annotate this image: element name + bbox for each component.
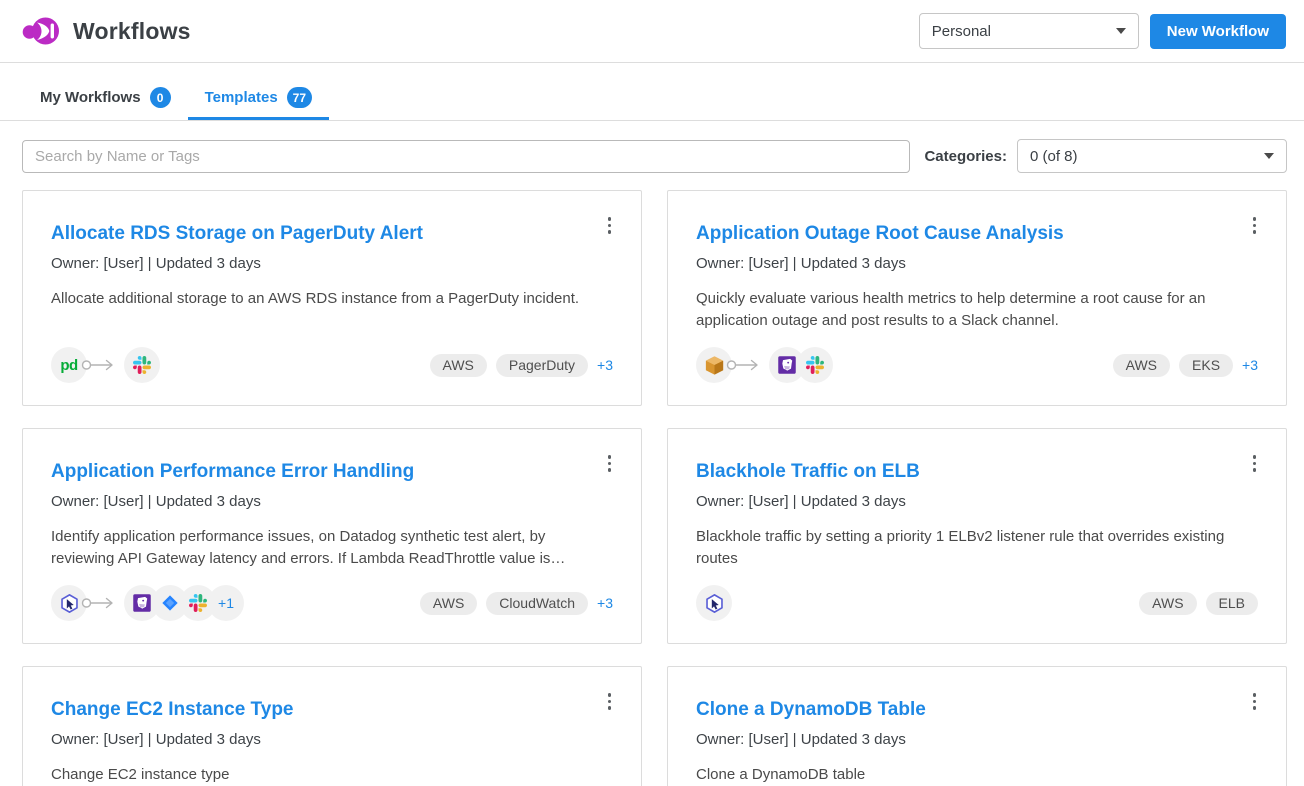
workflow-card: Blackhole Traffic on ELB Owner: [User] |… xyxy=(667,428,1287,644)
extra-integrations-badge: +1 xyxy=(208,585,244,621)
categories-label: Categories: xyxy=(924,148,1007,165)
workflow-meta: Owner: [User] | Updated 3 days xyxy=(51,255,613,272)
tag-pill[interactable]: AWS xyxy=(420,592,477,615)
card-menu-button[interactable] xyxy=(1251,213,1259,238)
categories-select-value: 0 (of 8) xyxy=(1030,148,1078,165)
workflow-description: Change EC2 instance type xyxy=(51,764,591,786)
tab-templates[interactable]: Templates 77 xyxy=(188,81,329,120)
workflow-card-grid: Allocate RDS Storage on PagerDuty Alert … xyxy=(22,190,1304,786)
tag-pill[interactable]: EKS xyxy=(1179,354,1233,377)
workflow-title-link[interactable]: Allocate RDS Storage on PagerDuty Alert xyxy=(51,221,423,247)
card-menu-button[interactable] xyxy=(606,451,614,476)
tabs-bar: My Workflows 0 Templates 77 xyxy=(0,81,1304,121)
tag-pill[interactable]: AWS xyxy=(1113,354,1170,377)
workflow-description: Blackhole traffic by setting a priority … xyxy=(696,526,1236,570)
tag-pill[interactable]: PagerDuty xyxy=(496,354,588,377)
workflow-integration-icons xyxy=(696,585,732,621)
manual-trigger-icon xyxy=(696,585,732,621)
workflow-title-link[interactable]: Application Outage Root Cause Analysis xyxy=(696,221,1064,247)
workflow-card: Application Outage Root Cause Analysis O… xyxy=(667,190,1287,406)
workflow-meta: Owner: [User] | Updated 3 days xyxy=(696,255,1258,272)
more-tags-link[interactable]: +3 xyxy=(597,595,613,611)
workflow-description: Identify application performance issues,… xyxy=(51,526,591,570)
slack-icon xyxy=(797,347,833,383)
workflow-description: Allocate additional storage to an AWS RD… xyxy=(51,288,591,310)
workflow-title-link[interactable]: Application Performance Error Handling xyxy=(51,459,414,485)
app-logo-icon xyxy=(22,14,62,48)
slack-icon xyxy=(124,347,160,383)
workflow-integration-icons xyxy=(696,347,833,383)
tag-pill[interactable]: AWS xyxy=(1139,592,1196,615)
workflow-meta: Owner: [User] | Updated 3 days xyxy=(51,493,613,510)
tag-pill[interactable]: AWS xyxy=(430,354,487,377)
more-tags-link[interactable]: +3 xyxy=(597,357,613,373)
new-workflow-button[interactable]: New Workflow xyxy=(1150,14,1286,49)
categories-select[interactable]: 0 (of 8) xyxy=(1017,139,1287,173)
tab-label: My Workflows xyxy=(40,89,141,106)
workflow-integration-icons: +1 xyxy=(51,585,244,621)
arrow-connector-icon xyxy=(726,358,764,372)
arrow-connector-icon xyxy=(81,596,119,610)
tag-pill[interactable]: ELB xyxy=(1206,592,1258,615)
workflow-integration-icons: pd xyxy=(51,347,160,383)
workflow-card: Clone a DynamoDB Table Owner: [User] | U… xyxy=(667,666,1287,786)
tab-count-badge: 77 xyxy=(287,87,312,108)
card-menu-button[interactable] xyxy=(606,213,614,238)
workflow-tags: AWS PagerDuty +3 xyxy=(430,354,614,377)
workflow-title-link[interactable]: Change EC2 Instance Type xyxy=(51,697,294,723)
workflow-meta: Owner: [User] | Updated 3 days xyxy=(51,731,613,748)
filter-bar: Categories: 0 (of 8) xyxy=(22,139,1287,173)
workflow-meta: Owner: [User] | Updated 3 days xyxy=(696,731,1258,748)
workflow-card: Application Performance Error Handling O… xyxy=(22,428,642,644)
card-menu-button[interactable] xyxy=(1251,689,1259,714)
workflow-title-link[interactable]: Clone a DynamoDB Table xyxy=(696,697,926,723)
tab-label: Templates xyxy=(205,89,278,106)
workflow-card: Change EC2 Instance Type Owner: [User] |… xyxy=(22,666,642,786)
card-menu-button[interactable] xyxy=(606,689,614,714)
page-header: Workflows Personal New Workflow xyxy=(0,0,1304,63)
chevron-down-icon xyxy=(1264,153,1274,159)
workflow-description: Clone a DynamoDB table xyxy=(696,764,1236,786)
workflow-meta: Owner: [User] | Updated 3 days xyxy=(696,493,1258,510)
workflow-tags: AWS ELB xyxy=(1139,592,1258,615)
workflow-description: Quickly evaluate various health metrics … xyxy=(696,288,1236,332)
workspace-select-value: Personal xyxy=(932,23,991,40)
more-tags-link[interactable]: +3 xyxy=(1242,357,1258,373)
chevron-down-icon xyxy=(1116,28,1126,34)
card-menu-button[interactable] xyxy=(1251,451,1259,476)
tag-pill[interactable]: CloudWatch xyxy=(486,592,588,615)
tab-my-workflows[interactable]: My Workflows 0 xyxy=(23,81,188,120)
workflow-tags: AWS EKS +3 xyxy=(1113,354,1258,377)
search-input[interactable] xyxy=(22,140,910,173)
workspace-select[interactable]: Personal xyxy=(919,13,1139,49)
workflow-card: Allocate RDS Storage on PagerDuty Alert … xyxy=(22,190,642,406)
workflow-title-link[interactable]: Blackhole Traffic on ELB xyxy=(696,459,920,485)
workflow-tags: AWS CloudWatch +3 xyxy=(420,592,613,615)
tab-count-badge: 0 xyxy=(150,87,171,108)
arrow-connector-icon xyxy=(81,358,119,372)
page-title: Workflows xyxy=(73,18,191,45)
